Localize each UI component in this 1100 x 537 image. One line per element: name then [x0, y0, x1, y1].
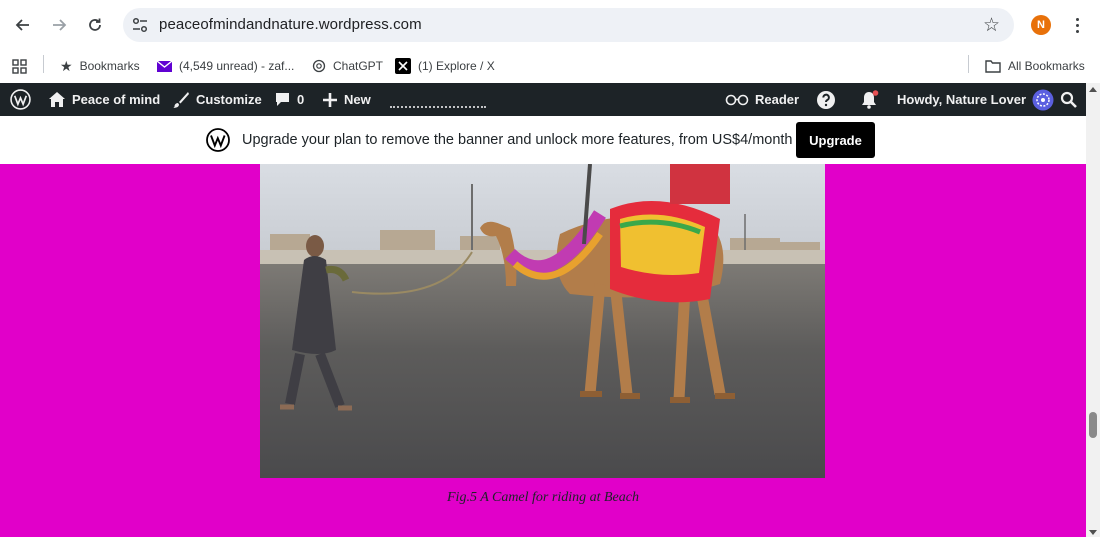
wordpress-logo-button[interactable] — [10, 83, 31, 116]
bookmark-x[interactable]: (1) Explore / X — [395, 55, 495, 77]
bookmark-chatgpt[interactable]: ChatGPT — [312, 55, 383, 77]
forward-button[interactable] — [47, 13, 71, 37]
wp-admin-bar: Peace of mind Customize 0 New Reader How… — [0, 83, 1086, 116]
site-settings-icon[interactable] — [131, 16, 149, 34]
adminbar-dotted-divider — [390, 106, 486, 108]
forward-arrow-icon — [53, 19, 67, 31]
bookmarks-divider — [43, 55, 44, 73]
bookmark-label: ChatGPT — [333, 59, 384, 73]
new-label: New — [344, 92, 371, 107]
chatgpt-icon — [312, 59, 326, 73]
scroll-up-arrow-icon[interactable] — [1089, 87, 1097, 92]
paintbrush-icon — [173, 91, 189, 108]
star-icon: ★ — [60, 57, 73, 74]
camel-photo — [260, 164, 825, 478]
account-menu[interactable]: Howdy, Nature Lover — [897, 83, 1054, 116]
bookmark-mail[interactable]: (4,549 unread) - zaf... — [157, 55, 294, 77]
browser-toolbar: peaceofmindandnature.wordpress.com ☆ N — [0, 0, 1100, 50]
figure-caption: Fig.5 A Camel for riding at Beach — [447, 490, 639, 505]
wordpress-icon — [10, 89, 31, 110]
upgrade-button[interactable]: Upgrade — [796, 122, 875, 158]
reload-button[interactable] — [83, 13, 107, 37]
bookmark-star-icon[interactable]: ☆ — [983, 14, 1000, 37]
bookmarks-bar: ★ Bookmarks (4,549 unread) - zaf... Chat… — [0, 50, 1100, 83]
comment-bubble-icon — [276, 93, 289, 106]
back-arrow-icon — [15, 19, 29, 31]
wordpress-logo-icon — [206, 128, 230, 152]
bookmark-bookmarks[interactable]: ★ Bookmarks — [60, 55, 140, 77]
howdy-label: Howdy, Nature Lover — [897, 92, 1027, 107]
page-scrollbar[interactable] — [1086, 83, 1100, 537]
bookmark-label: (4,549 unread) - zaf... — [179, 59, 295, 73]
help-icon — [817, 90, 835, 109]
plus-icon — [323, 92, 337, 107]
all-bookmarks[interactable]: All Bookmarks — [985, 55, 1085, 77]
notifications-button[interactable] — [858, 83, 880, 116]
mail-icon — [157, 60, 172, 72]
site-name-link[interactable]: Peace of mind — [48, 83, 160, 116]
browser-menu-icon[interactable] — [1068, 14, 1086, 36]
reader-glasses-icon — [725, 94, 749, 105]
search-icon — [1060, 91, 1077, 108]
customize-label: Customize — [196, 92, 262, 107]
comments-count: 0 — [297, 92, 305, 107]
bookmark-label: Bookmarks — [79, 59, 140, 73]
bell-icon — [862, 89, 879, 109]
user-avatar-icon — [1032, 89, 1054, 110]
upgrade-banner: Upgrade your plan to remove the banner a… — [0, 116, 1086, 164]
folder-icon — [985, 59, 1001, 73]
help-button[interactable] — [816, 83, 836, 116]
banner-message: Upgrade your plan to remove the banner a… — [242, 132, 793, 148]
x-icon — [395, 58, 411, 74]
bookmarks-divider — [968, 55, 969, 73]
reader-link[interactable]: Reader — [725, 83, 799, 116]
comments-link[interactable]: 0 — [274, 83, 304, 116]
new-content-link[interactable]: New — [322, 83, 371, 116]
profile-avatar[interactable]: N — [1031, 15, 1051, 35]
reader-label: Reader — [755, 92, 800, 107]
address-bar[interactable]: peaceofmindandnature.wordpress.com ☆ — [123, 8, 1014, 42]
search-button[interactable] — [1060, 83, 1077, 116]
scroll-down-arrow-icon[interactable] — [1089, 530, 1097, 535]
all-bookmarks-label: All Bookmarks — [1008, 59, 1085, 73]
home-icon — [49, 92, 65, 107]
reload-icon — [89, 18, 101, 31]
page-content: Fig.5 A Camel for riding at Beach — [0, 164, 1086, 537]
apps-icon[interactable] — [12, 55, 27, 77]
url-text[interactable]: peaceofmindandnature.wordpress.com — [159, 16, 422, 33]
customize-link[interactable]: Customize — [172, 83, 262, 116]
scroll-thumb[interactable] — [1089, 412, 1097, 438]
bookmark-label: (1) Explore / X — [418, 59, 495, 73]
site-name: Peace of mind — [72, 92, 161, 107]
back-button[interactable] — [11, 13, 35, 37]
